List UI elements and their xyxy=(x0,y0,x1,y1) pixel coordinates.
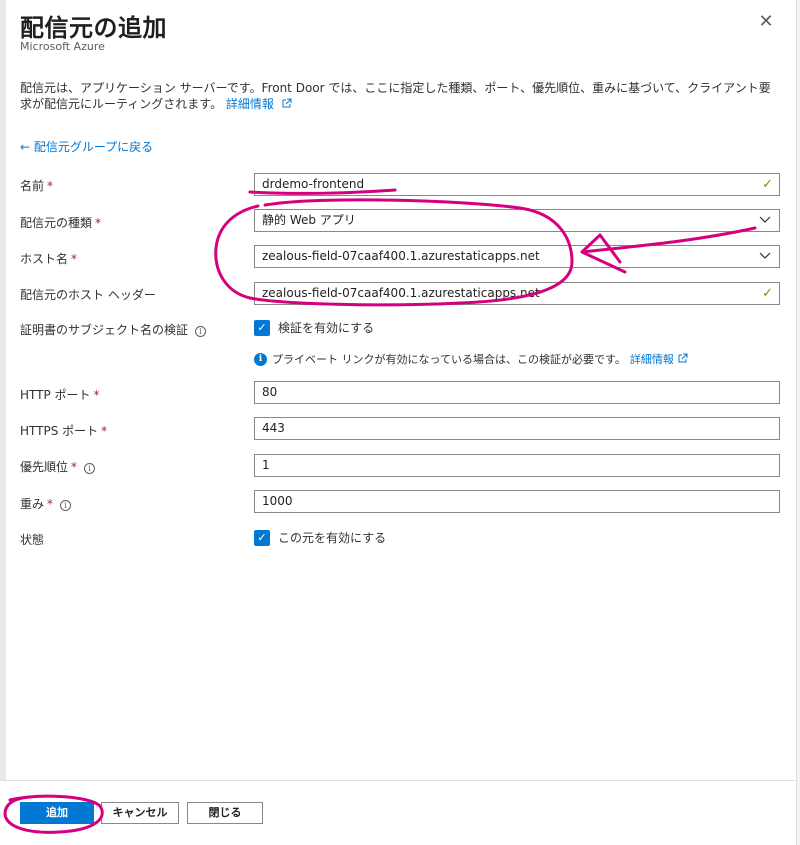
add-button[interactable]: 追加 xyxy=(20,802,94,824)
close-icon[interactable]: ✕ xyxy=(754,10,778,34)
learn-more-link[interactable]: 詳細情報 xyxy=(226,97,274,111)
external-link-icon xyxy=(678,353,688,366)
name-label-text: 名前 xyxy=(20,179,45,193)
cert-validation-checkbox-label: 検証を有効にする xyxy=(278,321,375,335)
required-marker: * xyxy=(95,216,102,230)
status-checkbox-label: この元を有効にする xyxy=(278,531,387,545)
description-text: 配信元は、アプリケーション サーバーです。Front Door では、ここに指定… xyxy=(20,81,771,111)
info-icon[interactable]: i xyxy=(84,463,96,474)
weight-label-text: 重み xyxy=(20,497,45,511)
http-port-label-text: HTTP ポート xyxy=(20,388,91,402)
left-edge xyxy=(0,0,6,845)
required-marker: * xyxy=(47,497,54,511)
origin-type-label-text: 配信元の種類 xyxy=(20,216,93,230)
name-label: 名前 * xyxy=(20,177,53,194)
weight-value: 1000 xyxy=(262,494,293,508)
https-port-value: 443 xyxy=(262,421,285,435)
info-icon[interactable]: i xyxy=(60,500,72,511)
status-label: 状態 xyxy=(20,531,44,548)
origin-host-header-label: 配信元のホスト ヘッダー xyxy=(20,286,156,303)
cert-validation-label-text: 証明書のサブジェクト名の検証 xyxy=(20,323,189,337)
http-port-value: 80 xyxy=(262,385,278,399)
origin-host-header-label-text: 配信元のホスト ヘッダー xyxy=(20,288,156,302)
required-marker: * xyxy=(71,460,78,474)
http-port-label: HTTP ポート * xyxy=(20,386,100,403)
origin-type-value: 静的 Web アプリ xyxy=(262,213,356,227)
status-checkbox[interactable]: ✓ xyxy=(254,529,270,546)
close-button[interactable]: 閉じる xyxy=(187,802,263,824)
cert-validation-checkbox-row[interactable]: ✓ 検証を有効にする xyxy=(254,319,374,336)
host-name-label-text: ホスト名 xyxy=(20,252,69,266)
http-port-input[interactable]: 80 xyxy=(254,381,780,404)
description: 配信元は、アプリケーション サーバーです。Front Door では、ここに指定… xyxy=(20,80,780,114)
info-icon[interactable]: i xyxy=(195,326,207,337)
priority-label-text: 優先順位 xyxy=(20,460,69,474)
host-name-value: zealous-field-07caaf400.1.azurestaticapp… xyxy=(262,249,540,263)
check-icon: ✓ xyxy=(762,286,773,301)
required-marker: * xyxy=(71,252,78,266)
note-learn-more-link[interactable]: 詳細情報 xyxy=(630,351,674,367)
add-origin-panel: 配信元の追加 Microsoft Azure ✕ 配信元は、アプリケーション サ… xyxy=(0,0,800,845)
cert-validation-label: 証明書のサブジェクト名の検証 i xyxy=(20,321,207,338)
priority-input[interactable]: 1 xyxy=(254,454,780,477)
host-name-label: ホスト名 * xyxy=(20,250,77,267)
info-icon: i xyxy=(254,352,267,366)
weight-label: 重み * i xyxy=(20,495,72,512)
chevron-down-icon xyxy=(759,245,771,274)
https-port-label-text: HTTPS ポート xyxy=(20,424,99,438)
origin-type-select[interactable]: 静的 Web アプリ xyxy=(254,209,780,232)
scrollbar-track[interactable] xyxy=(796,0,800,845)
cancel-button[interactable]: キャンセル xyxy=(101,802,179,824)
page-subtitle: Microsoft Azure xyxy=(20,40,105,53)
https-port-label: HTTPS ポート * xyxy=(20,422,107,439)
private-link-note-text: プライベート リンクが有効になっている場合は、この検証が必要です。 xyxy=(272,353,626,366)
status-checkbox-row[interactable]: ✓ この元を有効にする xyxy=(254,529,386,546)
check-icon: ✓ xyxy=(762,177,773,192)
priority-value: 1 xyxy=(262,458,270,472)
back-to-origin-group-link[interactable]: ← 配信元グループに戻る xyxy=(20,138,153,155)
weight-input[interactable]: 1000 xyxy=(254,490,780,513)
required-marker: * xyxy=(93,388,100,402)
required-marker: * xyxy=(101,424,108,438)
priority-label: 優先順位 * i xyxy=(20,458,96,475)
origin-host-header-value: zealous-field-07caaf400.1.azurestaticapp… xyxy=(262,286,540,300)
host-name-select[interactable]: zealous-field-07caaf400.1.azurestaticapp… xyxy=(254,245,780,268)
https-port-input[interactable]: 443 xyxy=(254,417,780,440)
private-link-note: i プライベート リンクが有効になっている場合は、この検証が必要です。 詳細情報 xyxy=(254,351,688,367)
status-label-text: 状態 xyxy=(20,533,45,547)
required-marker: * xyxy=(47,179,54,193)
origin-host-header-input[interactable]: zealous-field-07caaf400.1.azurestaticapp… xyxy=(254,282,780,305)
cert-validation-checkbox[interactable]: ✓ xyxy=(254,319,270,336)
name-value: drdemo-frontend xyxy=(262,177,365,191)
name-input[interactable]: drdemo-frontend ✓ xyxy=(254,173,780,196)
external-link-icon xyxy=(282,98,292,114)
page-title: 配信元の追加 xyxy=(20,14,167,42)
chevron-down-icon xyxy=(759,209,771,238)
origin-type-label: 配信元の種類 * xyxy=(20,214,101,231)
